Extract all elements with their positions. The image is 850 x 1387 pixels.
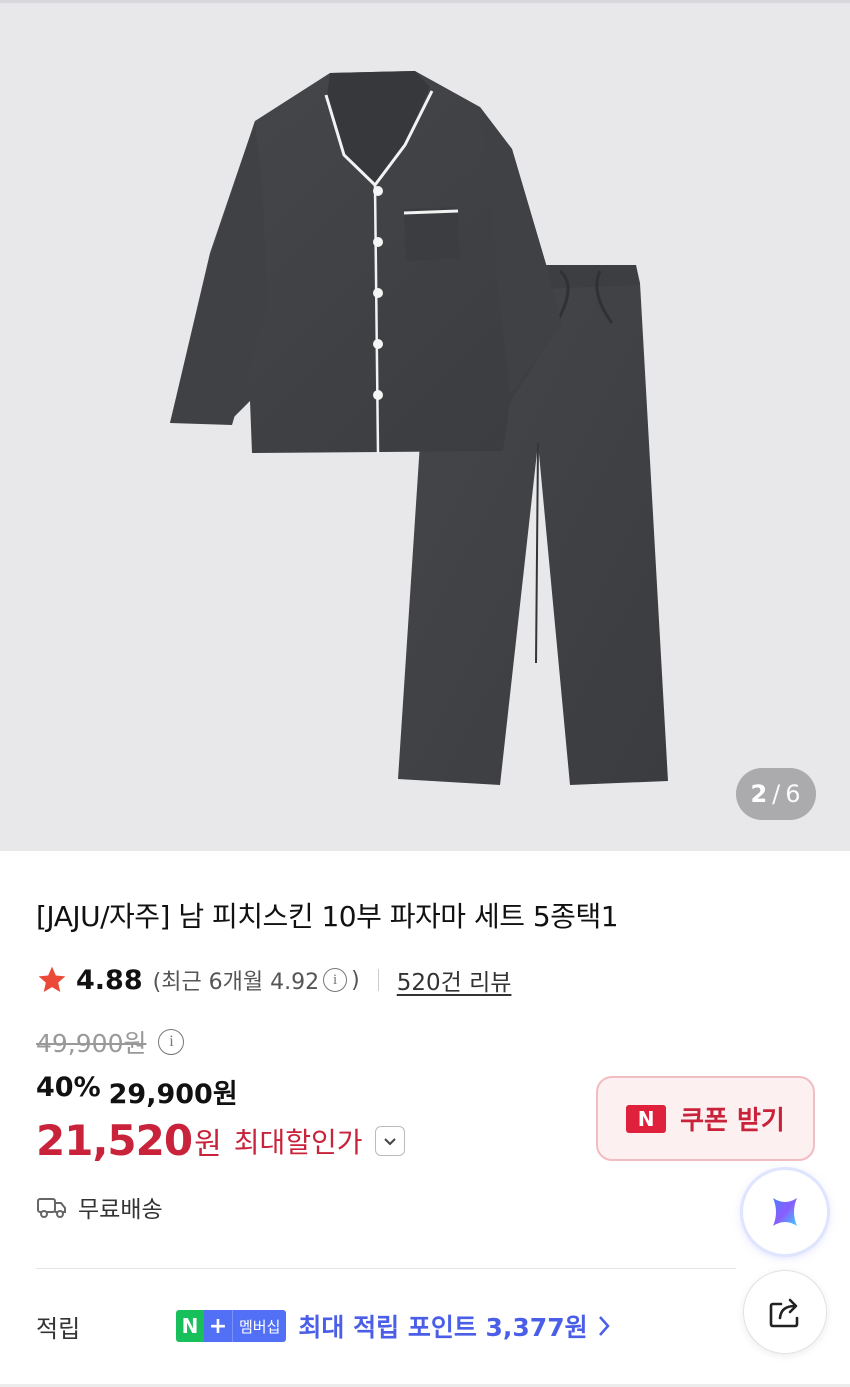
sale-price-row: 40% 29,900원 [36, 1072, 238, 1111]
shipping-row: 무료배송 [36, 1190, 163, 1224]
ai-assistant-button[interactable] [743, 1170, 827, 1254]
badge-n: N [176, 1310, 204, 1342]
max-points-text: 최대 적립 포인트 3,377원 [298, 1313, 588, 1342]
rating-value: 4.88 [76, 964, 143, 996]
section-divider [36, 1268, 736, 1269]
chevron-down-icon[interactable] [374, 1125, 405, 1156]
points-row[interactable]: 적립 N + 멤버십 최대 적립 포인트 3,377원 [36, 1308, 612, 1344]
discount-rate: 40% [36, 1072, 101, 1103]
share-icon [769, 1298, 799, 1328]
truck-icon [37, 1198, 66, 1218]
max-discount-row[interactable]: 21,520 원 최대할인가 [36, 1116, 405, 1165]
rating-row: 4.88 (최근 6개월 4.92 i ) 520건 리뷰 [36, 960, 511, 1000]
pajama-set-product-image [170, 71, 668, 785]
share-button[interactable] [743, 1270, 827, 1354]
naver-plus-membership-badge: N + 멤버십 [176, 1310, 287, 1342]
product-image-gallery[interactable]: 2 / 6 [0, 3, 850, 851]
review-count-link[interactable]: 520건 리뷰 [397, 963, 512, 997]
sale-price: 29,900원 [108, 1079, 238, 1110]
points-label: 적립 [36, 1314, 81, 1343]
chevron-right-icon [598, 1316, 610, 1336]
original-price-row: 49,900원 i [36, 1024, 188, 1060]
shipping-label: 무료배송 [78, 1197, 163, 1223]
rating-divider [377, 969, 379, 991]
info-icon[interactable]: i [323, 968, 348, 992]
recent-rating: (최근 6개월 4.92 i ) [153, 964, 360, 996]
recent-rating-suffix: ) [351, 967, 360, 993]
coupon-badge-letter: N [637, 1106, 655, 1131]
image-counter: 2 / 6 [736, 768, 816, 820]
coupon-label: 쿠폰 받기 [680, 1106, 785, 1136]
image-counter-total: 6 [785, 780, 802, 808]
original-price: 49,900원 [36, 1029, 147, 1058]
badge-membership: 멤버십 [232, 1310, 287, 1342]
price-info-icon[interactable]: i [158, 1029, 185, 1055]
recent-rating-prefix: (최근 6개월 4.92 [152, 970, 320, 995]
product-title: [JAJU/자주] 남 피치스킨 10부 파자마 세트 5종택1 [36, 900, 619, 933]
image-counter-separator: / [772, 780, 782, 808]
coupon-button[interactable]: N 쿠폰 받기 [596, 1076, 815, 1161]
max-discount-label: 최대할인가 [233, 1125, 363, 1159]
max-discount-unit: 원 [194, 1126, 222, 1162]
image-counter-current: 2 [750, 780, 769, 808]
badge-plus: + [204, 1310, 232, 1342]
star-icon [38, 966, 66, 992]
ai-sparkle-icon [773, 1198, 797, 1226]
naver-coupon-icon: N [626, 1104, 667, 1133]
max-discount-price: 21,520 [36, 1116, 193, 1165]
